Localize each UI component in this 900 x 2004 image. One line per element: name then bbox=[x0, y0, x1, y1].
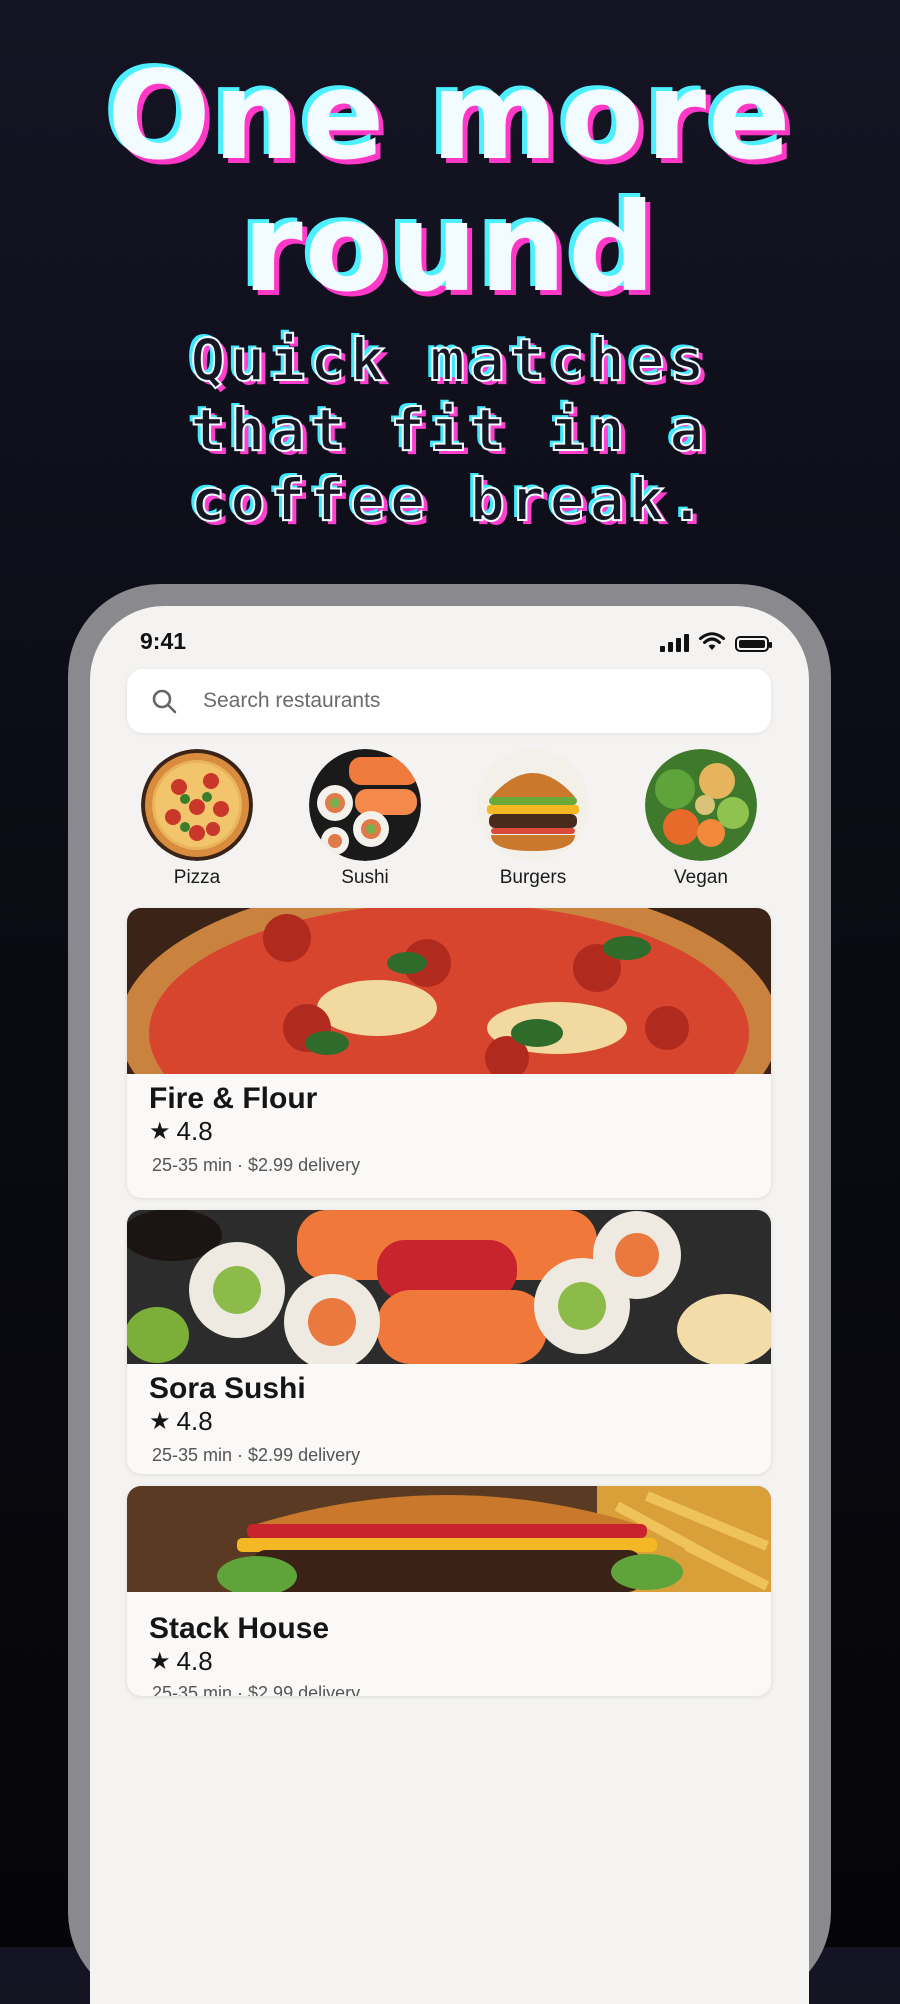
search-input[interactable] bbox=[201, 688, 725, 714]
signal-icon bbox=[660, 634, 689, 652]
restaurant-card[interactable]: Sora Sushi ★ 4.8 25-35 min · $2.99 deliv… bbox=[127, 1210, 771, 1474]
vegan-bowl-image bbox=[645, 749, 757, 861]
category-label: Sushi bbox=[341, 867, 389, 888]
category-burgers[interactable]: Burgers bbox=[463, 749, 603, 889]
battery-icon bbox=[735, 636, 772, 652]
wifi-icon bbox=[699, 632, 725, 650]
burger-photo bbox=[127, 1486, 771, 1592]
headline-line-2: round bbox=[242, 177, 658, 319]
star-icon: ★ bbox=[149, 1648, 171, 1675]
promo-headline: One more round bbox=[0, 50, 900, 314]
phone-screen: 9:41 Search restaurants Pizza Sushi Burg… bbox=[90, 606, 809, 2004]
restaurant-meta: 25-35 min · $2.99 delivery bbox=[152, 1155, 361, 1175]
restaurant-meta: 25-35 min · $2.99 delivery bbox=[152, 1445, 361, 1465]
category-label: Vegan bbox=[674, 867, 728, 888]
category-sushi[interactable]: Sushi bbox=[295, 749, 435, 889]
category-row: Pizza Sushi Burgers Vegan bbox=[127, 749, 771, 899]
star-icon: ★ bbox=[149, 1118, 171, 1145]
pizza-image bbox=[141, 749, 253, 861]
status-icons bbox=[660, 630, 772, 652]
star-icon: ★ bbox=[149, 1408, 171, 1435]
subhead-line-2: that fit in a bbox=[190, 395, 710, 465]
search-bar[interactable] bbox=[127, 669, 771, 733]
category-pizza[interactable]: Pizza bbox=[127, 749, 267, 889]
category-label: Pizza bbox=[173, 867, 221, 888]
restaurant-name: Sora Sushi bbox=[149, 1372, 306, 1405]
card-body: Sora Sushi ★ 4.8 25-35 min · $2.99 deliv… bbox=[127, 1364, 771, 1466]
subhead-line-1: Quick matches bbox=[190, 325, 710, 395]
burger-image bbox=[477, 749, 589, 861]
sushi-image bbox=[309, 749, 421, 861]
restaurant-name: Fire & Flour bbox=[149, 1082, 318, 1115]
rating-value: 4.8 bbox=[176, 1406, 213, 1436]
promo-subhead: Quick matches that fit in a coffee break… bbox=[0, 325, 900, 535]
phone-frame: 9:41 Search restaurants Pizza Sushi Burg… bbox=[68, 584, 831, 2004]
restaurant-card[interactable]: Stack House ★ 4.8 25-35 min · $2.99 deli… bbox=[127, 1486, 771, 1696]
restaurant-meta: 25-35 min · $2.99 delivery bbox=[152, 1683, 361, 1696]
restaurant-rating: ★ 4.8 bbox=[149, 1646, 749, 1677]
restaurant-rating: ★ 4.8 bbox=[149, 1116, 749, 1147]
card-body: Fire & Flour ★ 4.8 25-35 min · $2.99 del… bbox=[127, 1074, 771, 1176]
subhead-line-3: coffee break. bbox=[190, 465, 710, 535]
rating-value: 4.8 bbox=[176, 1116, 213, 1146]
rating-value: 4.8 bbox=[176, 1646, 213, 1676]
status-bar: 9:41 bbox=[90, 606, 809, 666]
search-icon bbox=[152, 689, 177, 714]
category-vegan[interactable]: Vegan bbox=[631, 749, 771, 889]
restaurant-card[interactable]: Fire & Flour ★ 4.8 25-35 min · $2.99 del… bbox=[127, 908, 771, 1198]
pizza-photo bbox=[127, 908, 771, 1074]
card-body: Stack House ★ 4.8 25-35 min · $2.99 deli… bbox=[127, 1592, 771, 1696]
sushi-photo bbox=[127, 1210, 771, 1364]
restaurant-name: Stack House bbox=[149, 1612, 330, 1645]
status-time: 9:41 bbox=[140, 628, 187, 654]
category-label: Burgers bbox=[499, 867, 567, 888]
headline-line-1: One more bbox=[107, 45, 793, 187]
restaurant-rating: ★ 4.8 bbox=[149, 1406, 749, 1437]
